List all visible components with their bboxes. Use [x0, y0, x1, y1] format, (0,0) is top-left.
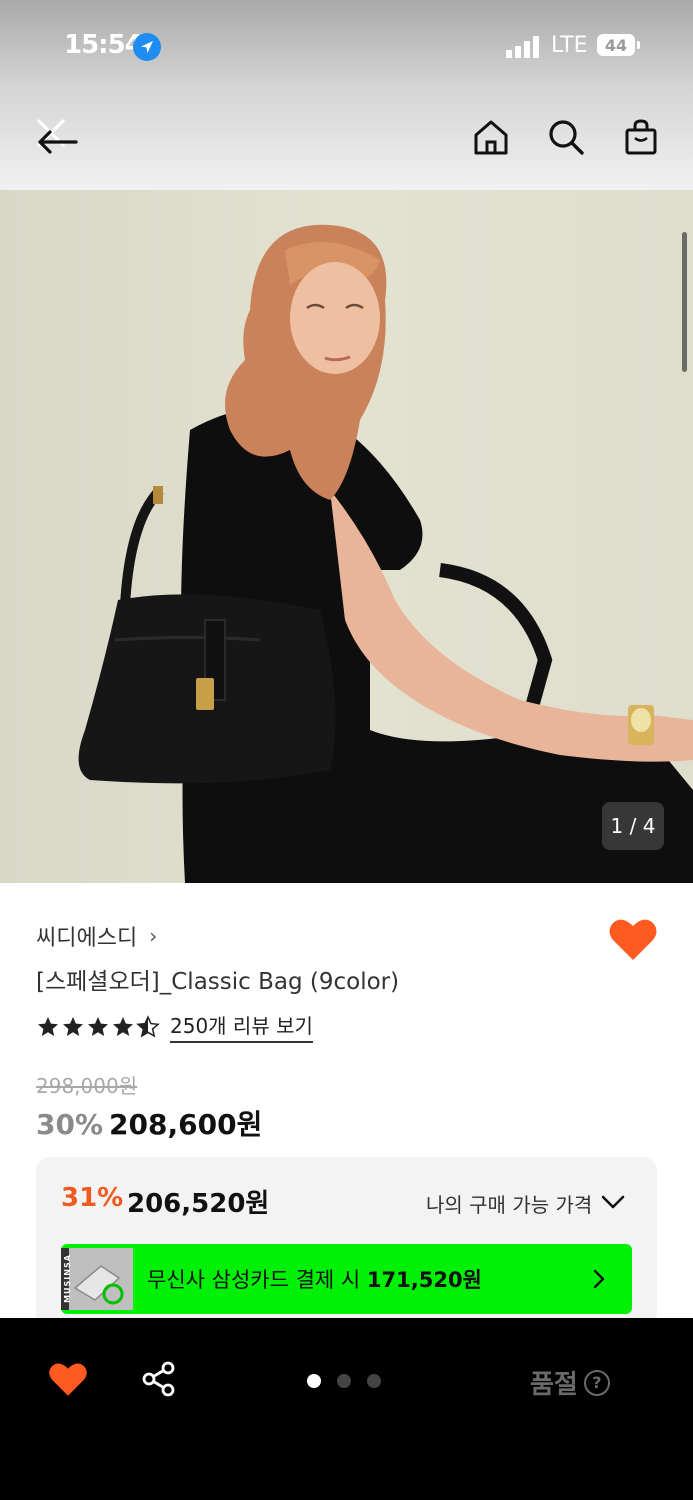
- network-label: LTE: [551, 33, 588, 58]
- back-arrow-icon: [36, 118, 78, 154]
- home-button[interactable]: [466, 112, 516, 162]
- discount-rate: 30%: [36, 1108, 104, 1141]
- my-discount-rate: 31%: [61, 1183, 124, 1213]
- battery-tip: [637, 41, 640, 49]
- image-scroll-indicator: [682, 232, 687, 372]
- brand-link[interactable]: 씨디에스디 ›: [36, 920, 157, 952]
- brand-name: 씨디에스디: [36, 926, 138, 951]
- image-page-counter: 1 / 4: [602, 802, 664, 850]
- model-with-bag-illustration: [78, 224, 693, 883]
- back-button[interactable]: [30, 112, 80, 162]
- carousel-dot[interactable]: [307, 1374, 321, 1388]
- heart-filled-icon: [49, 1363, 87, 1396]
- signal-bars-icon: [506, 36, 542, 58]
- product-title: [스페셜오더]_Classic Bag (9color): [36, 969, 400, 995]
- card-promo-price: 171,520원: [366, 1268, 482, 1292]
- my-price-box: 31% 206,520원 나의 구매 가능 가격 MUSINSA 무신사 삼성카…: [36, 1157, 657, 1337]
- search-button[interactable]: [541, 112, 591, 162]
- price-row: 30% 208,600원: [36, 1103, 262, 1143]
- star-full-icon: [38, 1016, 58, 1036]
- star-half-icon: [136, 1014, 160, 1038]
- share-button[interactable]: [140, 1360, 178, 1398]
- my-price: 206,520원: [127, 1189, 270, 1219]
- card-promo-banner[interactable]: MUSINSA 무신사 삼성카드 결제 시 171,520원: [61, 1244, 632, 1314]
- star-full-icon: [63, 1016, 83, 1036]
- rating-stars: [36, 1014, 160, 1039]
- soldout-label[interactable]: 품절 ?: [530, 1364, 610, 1401]
- battery-icon: 44: [597, 34, 635, 56]
- carousel-dot[interactable]: [337, 1374, 351, 1388]
- location-arrow-icon: [133, 33, 161, 61]
- card-image-icon: [73, 1265, 124, 1305]
- original-price: 298,000원: [36, 1074, 138, 1098]
- review-link[interactable]: 250개 리뷰 보기: [170, 1010, 313, 1043]
- sale-price: 208,600원: [109, 1108, 263, 1141]
- shopping-bag-icon: [625, 119, 657, 155]
- share-icon: [142, 1361, 175, 1397]
- search-icon: [549, 120, 584, 155]
- star-full-icon: [88, 1016, 108, 1036]
- cart-button[interactable]: [616, 112, 666, 162]
- status-time: 15:54: [64, 30, 143, 60]
- bottom-like-button[interactable]: [48, 1360, 88, 1398]
- my-price-toggle[interactable]: 나의 구매 가능 가격: [426, 1189, 592, 1218]
- card-promo-text: 무신사 삼성카드 결제 시 171,520원: [147, 1268, 482, 1292]
- home-icon: [474, 120, 508, 155]
- card-thumbnail: MUSINSA: [61, 1248, 133, 1310]
- chevron-right-icon: ›: [149, 924, 158, 948]
- chevron-down-icon[interactable]: [598, 1187, 628, 1217]
- product-photo[interactable]: 1 / 4: [0, 190, 693, 883]
- rating-row: 250개 리뷰 보기: [36, 1010, 313, 1043]
- top-bar: 15:54 LTE 44: [0, 0, 693, 190]
- carousel-dot[interactable]: [367, 1374, 381, 1388]
- star-full-icon: [113, 1016, 133, 1036]
- help-icon: ?: [583, 1369, 610, 1396]
- like-button[interactable]: [608, 916, 658, 962]
- chevron-right-icon: [593, 1269, 605, 1289]
- heart-filled-icon: [609, 919, 657, 960]
- bottom-action-bar: 품절 ?: [0, 1318, 693, 1500]
- carousel-dots: [307, 1374, 381, 1388]
